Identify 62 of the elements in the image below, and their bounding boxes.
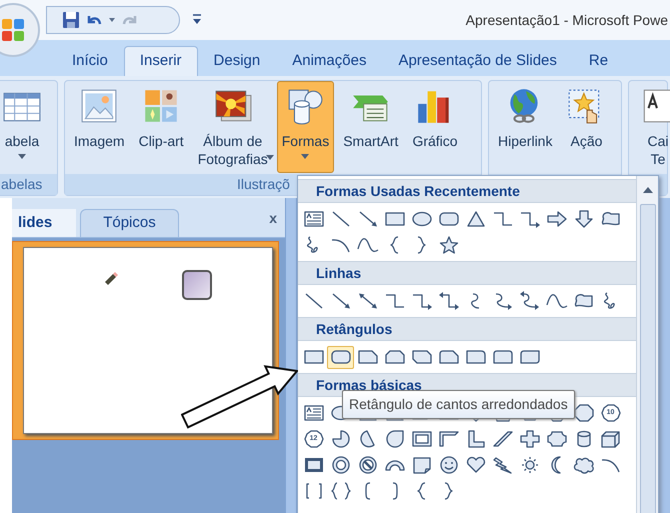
ribbon-button[interactable]: Formas — [276, 81, 334, 173]
section-header: Linhas — [316, 264, 362, 282]
halfframe-icon — [436, 429, 460, 449]
panel-tab[interactable]: Tópicos — [80, 209, 179, 237]
leftbrace-icon — [389, 236, 400, 254]
ribbon-tab[interactable]: Animações — [276, 46, 382, 76]
undo-icon — [87, 14, 102, 26]
rightbracket-icon — [390, 482, 398, 500]
ribbon-tab[interactable]: Re — [572, 46, 624, 76]
textbox-icon — [302, 403, 326, 423]
tooltip: Retângulo de cantos arredondados — [342, 390, 575, 419]
section-header: Formas Usadas Recentemente — [316, 182, 520, 200]
lightning-icon — [490, 455, 514, 475]
rightarrow-icon — [544, 209, 568, 229]
save-icon — [61, 10, 81, 30]
frame-icon — [410, 429, 434, 449]
customize-toolbar-icon — [192, 14, 202, 26]
curve-icon — [544, 291, 568, 311]
curve-icon — [356, 235, 380, 255]
ribbon-button[interactable]: Ação — [561, 81, 612, 173]
ribbon-button[interactable]: Cai Te — [633, 81, 670, 173]
rounded-square-shape — [182, 270, 212, 300]
ribbon-button[interactable]: Imagem — [69, 81, 130, 173]
leftbrace-icon — [416, 482, 427, 500]
window-title: Apresentação1 - Microsoft Powe — [466, 10, 668, 30]
ribbon-button[interactable]: abela — [0, 81, 47, 173]
up-arrow-icon — [642, 187, 652, 193]
ribbon-button[interactable]: Clip-art — [134, 81, 189, 173]
close-button[interactable]: x — [269, 208, 277, 229]
curvedconn-icon — [470, 293, 480, 309]
curveddouble-icon — [518, 291, 542, 311]
cross-icon — [518, 429, 542, 449]
ribbon-tab[interactable]: Início — [56, 46, 124, 76]
rightbrace-icon — [443, 482, 454, 500]
redo-icon — [122, 14, 137, 26]
caret-icon — [108, 16, 116, 24]
oval-icon — [410, 209, 434, 229]
shape-option[interactable] — [327, 346, 354, 368]
group-label: Ilustraçõ — [237, 175, 290, 194]
scrollbar-thumb[interactable] — [640, 204, 656, 513]
ribbon-button[interactable]: Hiperlink — [493, 81, 558, 173]
leftbracket-icon — [364, 482, 372, 500]
section-header: Retângulos — [316, 320, 392, 339]
textbox-icon — [302, 209, 326, 229]
cube-icon — [598, 429, 622, 449]
ribbon-tab[interactable]: Design — [198, 46, 276, 76]
cloud-icon — [572, 455, 596, 475]
ribbon-tab[interactable]: Inserir — [124, 46, 198, 76]
dodecagon-icon — [302, 429, 326, 449]
plaque-icon — [544, 429, 568, 449]
elbowdouble-icon — [436, 291, 460, 311]
bracepair-icon — [328, 481, 352, 501]
decagon-icon — [598, 403, 622, 423]
diagstripe-icon — [490, 429, 514, 449]
panel-tab[interactable]: lides — [12, 209, 76, 237]
ribbon-button[interactable]: SmartArt — [338, 81, 404, 173]
ribbon-button[interactable]: Gráfico — [407, 81, 463, 173]
ribbon-tab[interactable]: Apresentação de Slides — [382, 46, 573, 76]
group-label: abelas — [1, 175, 42, 194]
ribbon-button[interactable]: Álbum de Fotografias — [192, 81, 273, 173]
rightbrace-icon — [416, 236, 427, 254]
office-logo-icon — [0, 17, 26, 43]
